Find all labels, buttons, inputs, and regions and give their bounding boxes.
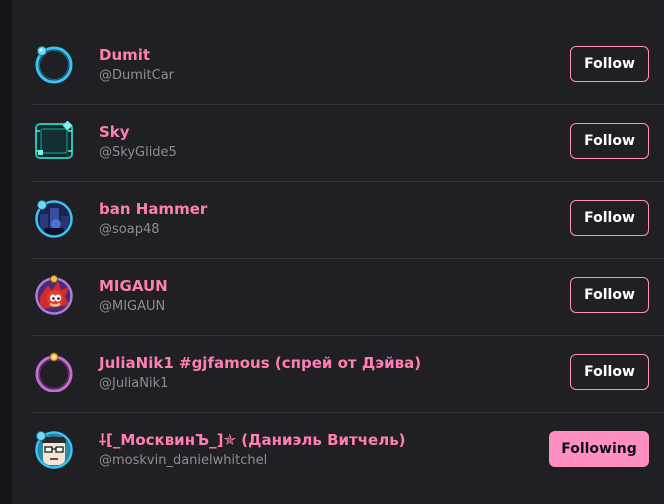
list-item: ban Hammer @soap48 Follow	[32, 182, 664, 259]
user-handle: @DumitCar	[99, 68, 175, 83]
user-handle: @JuliaNik1	[99, 376, 169, 391]
user-name[interactable]: MIGAUN	[99, 277, 539, 295]
list-item: MIGAUN @MIGAUN Follow	[32, 259, 664, 336]
user-info: ban Hammer @soap48	[99, 200, 539, 238]
pink-ring-frame-icon[interactable]	[34, 352, 74, 392]
list-item: ⸸[_МосквинЪ_]✯ (Даниэль Витчель) @moskvi…	[32, 413, 664, 489]
user-info: JuliaNik1 #gjfamous (спрей от Дэйва) @Ju…	[99, 354, 539, 392]
user-name[interactable]: Dumit	[99, 46, 539, 64]
following-list-page: Dumit @DumitCar Follow Sky @SkyGlide5 Fo	[0, 0, 664, 504]
cyan-ring-frame-icon[interactable]	[34, 44, 74, 84]
user-name[interactable]: Sky	[99, 123, 539, 141]
user-info: Dumit @DumitCar	[99, 46, 539, 84]
user-handle: @soap48	[99, 222, 160, 237]
follow-button[interactable]: Follow	[570, 123, 649, 159]
user-handle: @MIGAUN	[99, 299, 166, 314]
red-hedgehog-avatar-icon[interactable]	[34, 275, 74, 315]
user-info: MIGAUN @MIGAUN	[99, 277, 539, 315]
user-handle: @SkyGlide5	[99, 145, 177, 160]
user-info: Sky @SkyGlide5	[99, 123, 539, 161]
following-button[interactable]: Following	[549, 431, 649, 467]
teal-square-frame-icon[interactable]	[34, 121, 74, 161]
user-name[interactable]: ban Hammer	[99, 200, 539, 218]
sidebar-edge	[0, 0, 12, 504]
night-scene-avatar-icon[interactable]	[34, 198, 74, 238]
glasses-character-avatar-icon[interactable]	[34, 429, 74, 469]
user-name[interactable]: ⸸[_МосквинЪ_]✯ (Даниэль Витчель)	[99, 431, 539, 449]
user-name[interactable]: JuliaNik1 #gjfamous (спрей от Дэйва)	[99, 354, 539, 372]
list-item: JuliaNik1 #gjfamous (спрей от Дэйва) @Ju…	[32, 336, 664, 413]
follow-button[interactable]: Follow	[570, 277, 649, 313]
list-item: Dumit @DumitCar Follow	[32, 28, 664, 105]
user-info: ⸸[_МосквинЪ_]✯ (Даниэль Витчель) @moskvi…	[99, 431, 539, 469]
list-item: Sky @SkyGlide5 Follow	[32, 105, 664, 182]
follow-button[interactable]: Follow	[570, 354, 649, 390]
follow-button[interactable]: Follow	[570, 200, 649, 236]
follow-button[interactable]: Follow	[570, 46, 649, 82]
user-handle: @moskvin_danielwhitchel	[99, 453, 268, 468]
user-list: Dumit @DumitCar Follow Sky @SkyGlide5 Fo	[32, 28, 664, 489]
